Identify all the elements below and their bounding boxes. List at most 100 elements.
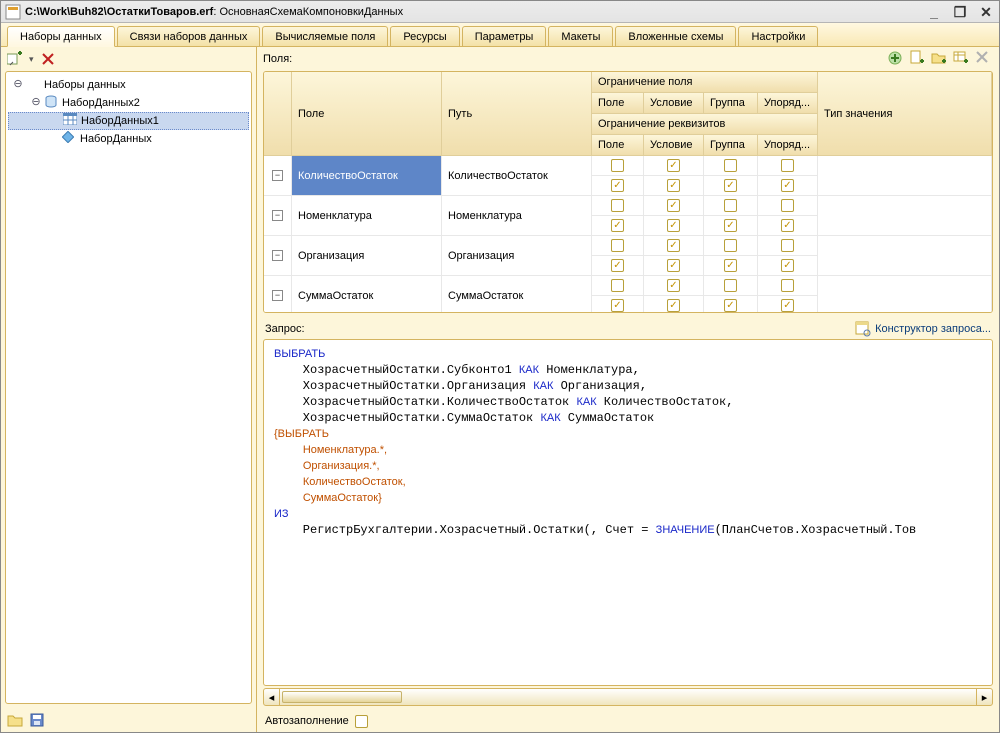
checkbox-cell[interactable] xyxy=(644,256,704,276)
horizontal-scrollbar[interactable]: ◂ ▸ xyxy=(263,688,993,706)
scroll-right-icon[interactable]: ▸ xyxy=(976,689,992,705)
type-cell[interactable] xyxy=(818,236,992,276)
tree-item[interactable]: НаборДанных1 xyxy=(8,112,249,130)
checkbox-cell[interactable] xyxy=(592,196,644,216)
add-doc-icon[interactable] xyxy=(909,50,927,68)
tree-item[interactable]: ⊖Наборы данных xyxy=(8,76,249,94)
field-cell[interactable]: Организация xyxy=(292,236,442,276)
column-header[interactable]: Группа xyxy=(704,135,758,156)
checkbox-cell[interactable] xyxy=(758,236,818,256)
autofill-checkbox[interactable] xyxy=(355,715,368,728)
type-cell[interactable] xyxy=(818,156,992,196)
checkbox-cell[interactable] xyxy=(704,296,758,313)
checkbox-cell[interactable] xyxy=(592,276,644,296)
column-header[interactable]: Условие xyxy=(644,93,704,114)
row-toggle[interactable]: − xyxy=(264,156,292,196)
column-header[interactable]: Поле xyxy=(592,93,644,114)
checkbox-cell[interactable] xyxy=(644,276,704,296)
query-builder-link[interactable]: Конструктор запроса... xyxy=(875,323,991,335)
row-toggle[interactable]: − xyxy=(264,196,292,236)
checkbox-cell[interactable] xyxy=(704,216,758,236)
window-close[interactable]: ✕ xyxy=(977,5,995,19)
checkbox-cell[interactable] xyxy=(704,256,758,276)
app-icon xyxy=(5,4,21,20)
tab[interactable]: Параметры xyxy=(462,26,547,46)
checkbox-cell[interactable] xyxy=(592,296,644,313)
checkbox-cell[interactable] xyxy=(644,196,704,216)
save-icon[interactable] xyxy=(29,712,45,728)
path-cell[interactable]: СуммаОстаток xyxy=(442,276,592,313)
tab[interactable]: Связи наборов данных xyxy=(117,26,261,46)
checkbox-cell[interactable] xyxy=(758,196,818,216)
field-cell[interactable]: КоличествоОстаток xyxy=(292,156,442,196)
folder-icon[interactable] xyxy=(7,712,23,728)
row-toggle[interactable]: − xyxy=(264,236,292,276)
tab[interactable]: Настройки xyxy=(738,26,818,46)
title-bar: C:\Work\Buh82\ОстаткиТоваров.erf: Основн… xyxy=(1,1,999,23)
checkbox-cell[interactable] xyxy=(704,276,758,296)
add-folder-icon[interactable] xyxy=(931,50,949,68)
checkbox-cell[interactable] xyxy=(758,156,818,176)
column-header[interactable]: Поле xyxy=(292,72,442,156)
column-header[interactable] xyxy=(264,72,292,156)
scroll-thumb[interactable] xyxy=(282,691,402,703)
path-cell[interactable]: КоличествоОстаток xyxy=(442,156,592,196)
window-restore[interactable]: ❐ xyxy=(951,5,969,19)
add-grid-icon[interactable] xyxy=(953,50,971,68)
checkbox-cell[interactable] xyxy=(758,276,818,296)
add-dataset-icon[interactable] xyxy=(7,51,23,67)
checkbox-cell[interactable] xyxy=(704,196,758,216)
checkbox-cell[interactable] xyxy=(592,176,644,196)
tab[interactable]: Макеты xyxy=(548,26,613,46)
query-editor[interactable]: ВЫБРАТЬ ХозрасчетныйОстатки.Субконто1 КА… xyxy=(263,339,993,686)
checkbox-cell[interactable] xyxy=(592,236,644,256)
tab[interactable]: Ресурсы xyxy=(390,26,459,46)
field-cell[interactable]: Номенклатура xyxy=(292,196,442,236)
query-builder-icon[interactable] xyxy=(855,321,871,337)
tab[interactable]: Вычисляемые поля xyxy=(262,26,388,46)
checkbox-cell[interactable] xyxy=(592,156,644,176)
checkbox-cell[interactable] xyxy=(644,296,704,313)
fields-label: Поля: xyxy=(263,53,292,65)
checkbox-cell[interactable] xyxy=(644,176,704,196)
checkbox-cell[interactable] xyxy=(704,236,758,256)
path-cell[interactable]: Номенклатура xyxy=(442,196,592,236)
column-header[interactable]: Поле xyxy=(592,135,644,156)
column-header[interactable]: Путь xyxy=(442,72,592,156)
checkbox-cell[interactable] xyxy=(758,256,818,276)
window-minimize[interactable]: _ xyxy=(925,5,943,19)
column-header[interactable]: Упоряд... xyxy=(758,135,818,156)
column-header[interactable]: Тип значения xyxy=(818,72,992,156)
scroll-left-icon[interactable]: ◂ xyxy=(264,689,280,705)
column-header[interactable]: Группа xyxy=(704,93,758,114)
checkbox-cell[interactable] xyxy=(592,256,644,276)
checkbox-cell[interactable] xyxy=(758,176,818,196)
tree-item[interactable]: ⊖НаборДанных2 xyxy=(8,94,249,112)
checkbox-cell[interactable] xyxy=(704,176,758,196)
path-cell[interactable]: Организация xyxy=(442,236,592,276)
column-header[interactable]: Ограничение поля xyxy=(592,72,818,93)
column-header[interactable]: Ограничение реквизитов xyxy=(592,114,818,135)
tab[interactable]: Вложенные схемы xyxy=(615,26,736,46)
delete-dataset-icon[interactable] xyxy=(40,51,56,67)
checkbox-cell[interactable] xyxy=(758,296,818,313)
type-cell[interactable] xyxy=(818,276,992,313)
tree-item[interactable]: НаборДанных xyxy=(8,130,249,148)
checkbox-cell[interactable] xyxy=(704,156,758,176)
row-toggle[interactable]: − xyxy=(264,276,292,313)
tab[interactable]: Наборы данных xyxy=(7,26,115,47)
checkbox-cell[interactable] xyxy=(644,216,704,236)
checkbox-cell[interactable] xyxy=(592,216,644,236)
dataset-tree[interactable]: ⊖Наборы данных⊖НаборДанных2НаборДанных1Н… xyxy=(5,71,252,704)
checkbox-cell[interactable] xyxy=(644,156,704,176)
field-cell[interactable]: СуммаОстаток xyxy=(292,276,442,313)
dropdown-arrow-icon[interactable]: ▾ xyxy=(29,54,34,65)
fields-grid[interactable]: ПолеПутьОграничение поляПолеУсловиеГрупп… xyxy=(263,71,993,313)
column-header[interactable]: Упоряд... xyxy=(758,93,818,114)
checkbox-cell[interactable] xyxy=(758,216,818,236)
delete-field-icon[interactable] xyxy=(975,50,993,68)
column-header[interactable]: Условие xyxy=(644,135,704,156)
add-field-icon[interactable] xyxy=(887,50,905,68)
checkbox-cell[interactable] xyxy=(644,236,704,256)
type-cell[interactable] xyxy=(818,196,992,236)
